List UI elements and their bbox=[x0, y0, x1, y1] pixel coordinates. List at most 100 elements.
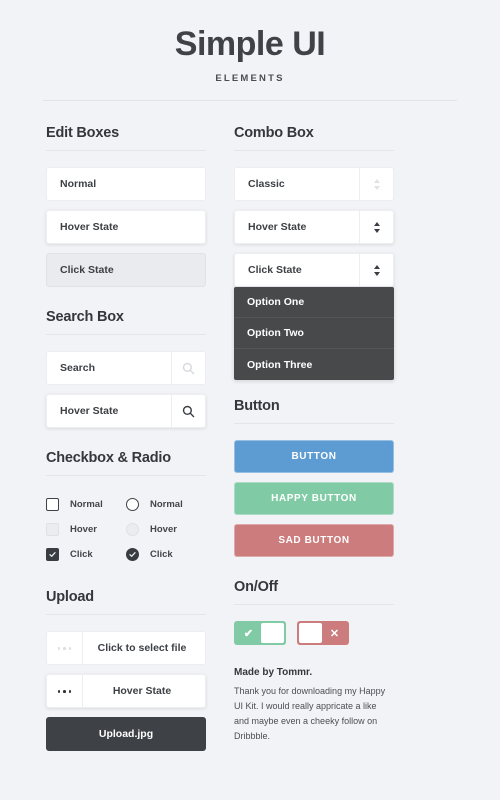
toggle-on[interactable]: ✔ bbox=[234, 621, 286, 646]
toggle-off-knob[interactable] bbox=[299, 623, 322, 644]
radio-row-click[interactable]: Click bbox=[126, 542, 206, 567]
section-checkbox-radio: Checkbox & Radio Normal Hover Click Norm… bbox=[46, 450, 206, 567]
search-box-normal[interactable]: Search bbox=[46, 351, 206, 386]
dropdown-option-2[interactable]: Option Two bbox=[234, 318, 394, 350]
radio-row-normal[interactable]: Normal bbox=[126, 492, 206, 517]
combo-box-classic-label: Classic bbox=[248, 178, 285, 191]
radio-click-icon[interactable] bbox=[126, 548, 139, 562]
chevron-updown-icon[interactable] bbox=[359, 254, 393, 287]
footer: Made by Tommr. Thank you for downloading… bbox=[234, 649, 394, 743]
section-divider bbox=[46, 334, 206, 336]
footer-text: Thank you for downloading my Happy UI Ki… bbox=[234, 686, 386, 741]
section-title-upload: Upload bbox=[46, 589, 94, 606]
section-onoff: On/Off ✔ ✕ bbox=[234, 579, 394, 646]
section-title-combo-box: Combo Box bbox=[234, 125, 314, 142]
ellipsis-icon[interactable] bbox=[47, 632, 83, 665]
upload-filled-button[interactable]: Upload.jpg bbox=[46, 717, 206, 752]
upload-hover[interactable]: Hover State bbox=[46, 674, 206, 709]
toggle-group: ✔ ✕ bbox=[234, 621, 394, 646]
radio-click-label: Click bbox=[150, 549, 173, 561]
close-icon: ✕ bbox=[329, 627, 340, 640]
checkbox-radio-grid: Normal Hover Click Normal Hover Click bbox=[46, 492, 206, 567]
search-icon bbox=[182, 405, 195, 418]
search-box-hover[interactable]: Hover State bbox=[46, 394, 206, 429]
edit-box-normal-label: Normal bbox=[60, 178, 97, 191]
checkbox-row-hover[interactable]: Hover bbox=[46, 517, 126, 542]
search-input[interactable]: Search bbox=[47, 362, 171, 374]
toggle-on-knob[interactable] bbox=[261, 623, 284, 644]
left-column: Edit Boxes Normal Hover State Click Stat… bbox=[46, 125, 206, 760]
combo-box-click-label: Click State bbox=[248, 264, 302, 277]
section-title-search-box: Search Box bbox=[46, 309, 124, 326]
page-subtitle: ELEMENTS bbox=[215, 73, 285, 85]
section-divider bbox=[234, 604, 394, 606]
combo-box-hover-label: Hover State bbox=[248, 221, 307, 234]
page-header: Simple UI ELEMENTS bbox=[0, 0, 500, 102]
section-divider bbox=[46, 475, 206, 477]
primary-button-label: BUTTON bbox=[291, 451, 337, 463]
edit-box-hover-label: Hover State bbox=[60, 221, 119, 234]
checkbox-normal-icon[interactable] bbox=[46, 498, 59, 512]
right-column: Combo Box Classic Hover State Click Stat… bbox=[234, 125, 394, 760]
upload-normal[interactable]: Click to select file bbox=[46, 631, 206, 666]
edit-box-hover[interactable]: Hover State bbox=[46, 210, 206, 245]
content-columns: Edit Boxes Normal Hover State Click Stat… bbox=[0, 101, 500, 760]
combo-box-click[interactable]: Click State bbox=[234, 253, 394, 288]
section-divider bbox=[46, 614, 206, 616]
section-upload: Upload Click to select file Hover State … bbox=[46, 589, 206, 752]
radio-hover-label: Hover bbox=[150, 524, 177, 536]
search-icon-button-hover[interactable] bbox=[171, 395, 205, 428]
combo-box-classic[interactable]: Classic bbox=[234, 167, 394, 202]
combo-box-dropdown: Option One Option Two Option Three bbox=[234, 287, 394, 381]
upload-normal-label: Click to select file bbox=[97, 642, 187, 655]
app-root: Simple UI ELEMENTS Edit Boxes Normal Hov… bbox=[0, 0, 500, 800]
sad-button[interactable]: SAD BUTTON bbox=[234, 524, 394, 558]
checkbox-row-click[interactable]: Click bbox=[46, 542, 126, 567]
checkbox-row-normal[interactable]: Normal bbox=[46, 492, 126, 517]
edit-box-click-label: Click State bbox=[60, 264, 114, 277]
edit-box-normal[interactable]: Normal bbox=[46, 167, 206, 202]
search-icon bbox=[182, 362, 195, 375]
section-title-checkbox-radio: Checkbox & Radio bbox=[46, 450, 171, 467]
footer-title: Made by Tommr. bbox=[234, 667, 313, 679]
happy-button[interactable]: HAPPY BUTTON bbox=[234, 482, 394, 516]
happy-button-label: HAPPY BUTTON bbox=[271, 493, 357, 505]
section-search-box: Search Box Search Hover State bbox=[46, 309, 206, 429]
radio-hover-icon[interactable] bbox=[126, 523, 139, 537]
radio-row-hover[interactable]: Hover bbox=[126, 517, 206, 542]
checkbox-hover-label: Hover bbox=[70, 524, 97, 536]
radio-normal-label: Normal bbox=[150, 499, 183, 511]
upload-hover-label: Hover State bbox=[112, 685, 172, 698]
page-title: Simple UI bbox=[174, 25, 326, 63]
section-combo-box: Combo Box Classic Hover State Click Stat… bbox=[234, 125, 394, 381]
primary-button[interactable]: BUTTON bbox=[234, 440, 394, 474]
checkbox-click-icon[interactable] bbox=[46, 548, 59, 562]
section-edit-boxes: Edit Boxes Normal Hover State Click Stat… bbox=[46, 125, 206, 288]
section-title-button: Button bbox=[234, 398, 280, 415]
section-title-edit-boxes: Edit Boxes bbox=[46, 125, 119, 142]
checkbox-click-label: Click bbox=[70, 549, 93, 561]
dropdown-option-3[interactable]: Option Three bbox=[234, 349, 394, 380]
ellipsis-icon[interactable] bbox=[47, 675, 83, 708]
section-divider bbox=[234, 423, 394, 425]
check-icon bbox=[129, 552, 136, 558]
radio-normal-icon[interactable] bbox=[126, 498, 139, 512]
check-icon: ✔ bbox=[243, 627, 254, 640]
toggle-off[interactable]: ✕ bbox=[297, 621, 349, 646]
checkbox-normal-label: Normal bbox=[70, 499, 103, 511]
search-icon-button[interactable] bbox=[171, 352, 205, 385]
dropdown-option-1[interactable]: Option One bbox=[234, 287, 394, 319]
section-button: Button BUTTON HAPPY BUTTON SAD BUTTON bbox=[234, 398, 394, 558]
check-icon bbox=[49, 552, 56, 558]
sad-button-label: SAD BUTTON bbox=[278, 535, 350, 547]
search-input-hover[interactable]: Hover State bbox=[47, 405, 171, 417]
checkbox-column: Normal Hover Click bbox=[46, 492, 126, 567]
chevron-updown-icon[interactable] bbox=[359, 168, 393, 201]
section-divider bbox=[234, 150, 394, 152]
combo-box-hover[interactable]: Hover State bbox=[234, 210, 394, 245]
edit-box-click[interactable]: Click State bbox=[46, 253, 206, 288]
radio-column: Normal Hover Click bbox=[126, 492, 206, 567]
checkbox-hover-icon[interactable] bbox=[46, 523, 59, 537]
section-divider bbox=[46, 150, 206, 152]
chevron-updown-icon[interactable] bbox=[359, 211, 393, 244]
